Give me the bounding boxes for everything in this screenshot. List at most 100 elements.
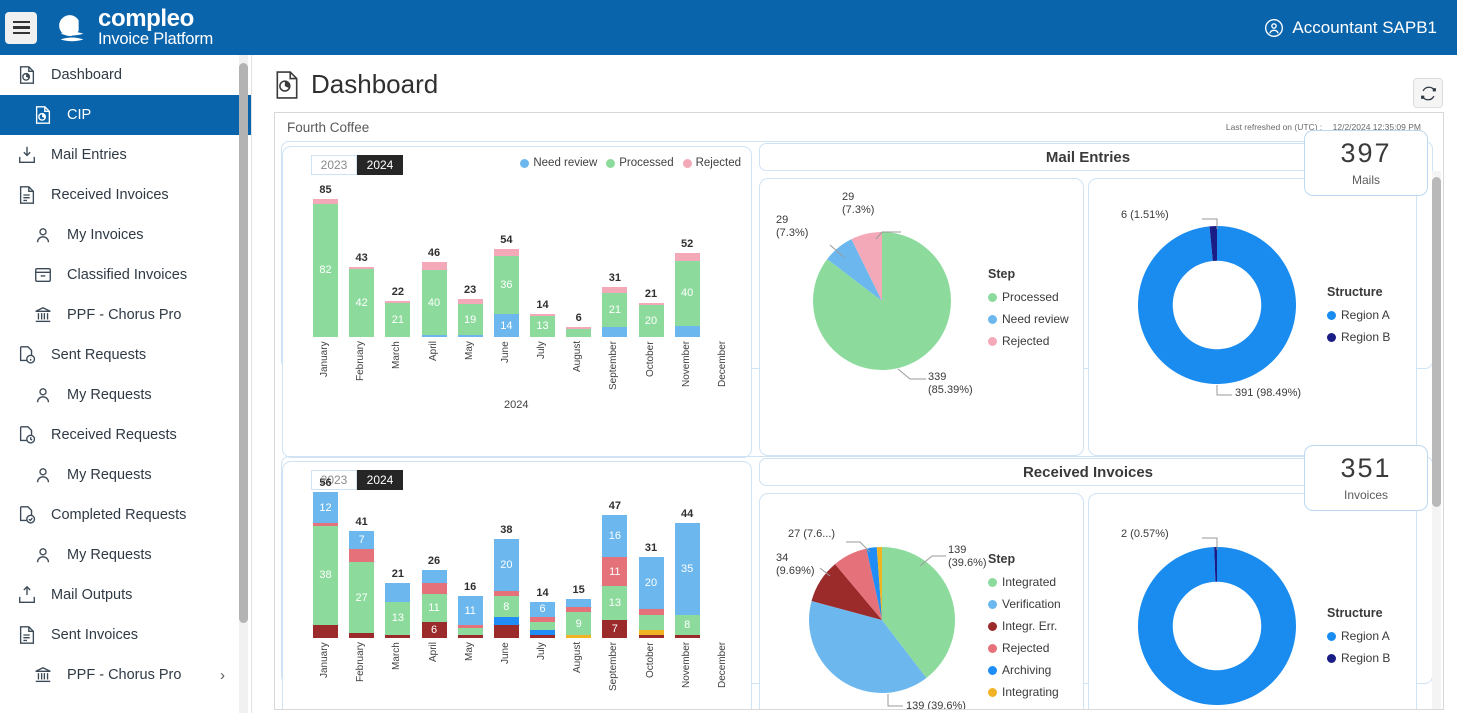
legend-item[interactable]: Integr. Err. — [988, 615, 1061, 637]
chart-received-invoices-structure[interactable]: 2 (0.57%) Structure Region A Region B — [1088, 493, 1417, 709]
bar-segment[interactable] — [457, 635, 483, 638]
bar-segment[interactable]: 20 — [638, 557, 664, 610]
bar-segment[interactable]: 40 — [421, 270, 447, 335]
bar-segment[interactable]: 8 — [674, 614, 700, 636]
bar-segment[interactable]: 13 — [385, 601, 411, 636]
bar-segment[interactable] — [638, 614, 664, 631]
bar-segment[interactable]: 11 — [602, 557, 628, 586]
report-scrollbar-thumb[interactable] — [1432, 177, 1441, 507]
bar-segment[interactable]: 8 — [493, 596, 519, 618]
bar-segment[interactable]: 42 — [349, 268, 375, 337]
sidebar-scrollbar-thumb[interactable] — [239, 63, 248, 623]
bar-segment[interactable]: 35 — [674, 523, 700, 615]
bar-segment[interactable] — [602, 327, 628, 337]
legend-item[interactable]: Integrating — [988, 681, 1061, 703]
legend-item[interactable]: Need review — [988, 308, 1069, 330]
bar-segment[interactable]: 6 — [530, 601, 555, 618]
legend-item[interactable]: Region B — [1327, 326, 1390, 348]
bar-segment[interactable]: 14 — [493, 314, 519, 337]
legend-item[interactable]: Rejected — [988, 330, 1069, 352]
sidebar-scrollbar[interactable] — [239, 55, 248, 713]
bar-segment[interactable]: 9 — [566, 611, 592, 636]
bar-segment[interactable] — [349, 549, 375, 563]
sidebar-item-mail-entries[interactable]: Mail Entries — [0, 135, 251, 175]
bar-segment[interactable] — [421, 583, 447, 594]
bar-segment[interactable]: 11 — [457, 596, 483, 625]
legend-item[interactable]: Integrated — [988, 571, 1061, 593]
bar-segment[interactable]: 38 — [313, 525, 338, 625]
bar-segment[interactable]: 19 — [457, 304, 483, 335]
bar-segment[interactable] — [638, 635, 664, 638]
legend-item[interactable]: Processed — [988, 286, 1069, 308]
sidebar-item-completed-requests[interactable]: Completed Requests — [0, 495, 251, 535]
sidebar-item-ppf-chorus-pro[interactable]: PPF - Chorus Pro — [0, 295, 251, 335]
bar-segment[interactable] — [566, 598, 592, 607]
sidebar-item-sent-requests[interactable]: Sent Requests — [0, 335, 251, 375]
bar-segment[interactable]: 20 — [493, 538, 519, 592]
sidebar-item-classified-invoices[interactable]: Classified Invoices — [0, 255, 251, 295]
bar-segment[interactable] — [530, 622, 555, 631]
bar-segment[interactable]: 40 — [674, 260, 700, 326]
legend-item[interactable]: Verification — [988, 593, 1061, 615]
bar-segment[interactable] — [674, 635, 700, 638]
legend-item[interactable]: Region A — [1327, 625, 1390, 647]
bar-segment[interactable]: 11 — [421, 593, 447, 623]
bar-segment-value: 35 — [681, 562, 694, 575]
bar-segment[interactable]: 16 — [602, 515, 628, 558]
sidebar-item-received-invoices[interactable]: Received Invoices — [0, 175, 251, 215]
bar-segment[interactable] — [349, 632, 375, 638]
bar-segment[interactable] — [385, 635, 411, 638]
sidebar-item-my-requests[interactable]: My Requests — [0, 375, 251, 415]
sidebar-item-cip[interactable]: CIP — [0, 95, 251, 135]
bar-segment[interactable] — [674, 252, 700, 261]
bar-segment[interactable] — [457, 335, 483, 337]
bar-segment[interactable] — [566, 635, 592, 638]
report-scrollbar[interactable] — [1432, 171, 1441, 709]
legend-item[interactable]: Rejected — [988, 637, 1061, 659]
bar-segment[interactable]: 7 — [349, 531, 375, 550]
bar-segment[interactable]: 7 — [602, 619, 628, 638]
chevron-right-icon[interactable]: › — [220, 667, 225, 684]
bar-segment[interactable] — [313, 624, 338, 638]
bar-segment[interactable] — [385, 583, 411, 602]
bar-segment[interactable]: 12 — [313, 492, 338, 524]
bar-segment[interactable] — [493, 624, 519, 638]
chart-mail-entries-structure[interactable]: 391 (98.49%) 6 (1.51%) Structure Region A Re… — [1088, 178, 1417, 456]
bar-segment[interactable] — [530, 635, 555, 638]
sidebar-item-my-invoices[interactable]: My Invoices — [0, 215, 251, 255]
sidebar-item-ppf-chorus-pro[interactable]: PPF - Chorus Pro › — [0, 655, 251, 695]
bar-segment[interactable]: 27 — [349, 562, 375, 633]
sidebar-item-dashboard[interactable]: Dashboard — [0, 55, 251, 95]
legend-item[interactable]: Region A — [1327, 304, 1390, 326]
bar-segment[interactable] — [421, 261, 447, 271]
bar-segment[interactable]: 21 — [602, 293, 628, 328]
brand-logo[interactable]: compleo Invoice Platform — [53, 6, 213, 48]
sidebar-item-sent-invoices[interactable]: Sent Invoices — [0, 615, 251, 655]
chart-mail-entries-monthly[interactable]: 2023 2024 Need review Processed Rejected 85 82… — [282, 146, 752, 458]
sidebar-item-my-requests[interactable]: My Requests — [0, 535, 251, 575]
chart-received-invoices-monthly[interactable]: 2023 2024 56 12 38 January 41 7 27 February 21 13 Ma… — [282, 461, 752, 709]
hamburger-menu-icon[interactable] — [5, 11, 37, 44]
bar-segment[interactable] — [674, 325, 700, 337]
bar-segment[interactable] — [421, 335, 447, 337]
bar-segment[interactable] — [566, 328, 592, 337]
bar-segment[interactable]: 82 — [313, 203, 338, 337]
bar-segment[interactable]: 20 — [638, 304, 664, 337]
bar-segment[interactable]: 36 — [493, 255, 519, 315]
bar-segment[interactable]: 13 — [530, 315, 555, 337]
legend-item[interactable]: Region B — [1327, 647, 1390, 669]
bar-segment[interactable] — [493, 617, 519, 625]
bar-segment[interactable]: 13 — [602, 585, 628, 620]
chart-mail-entries-steps[interactable]: 339 (85.39%) 29 (7.3%) 29 (7.3%) Step Processed… — [759, 178, 1084, 456]
bar-segment[interactable] — [421, 570, 447, 584]
chart-received-invoices-steps[interactable]: 139 (39.6%) 139 (39.6%) 34 (9.69%) 27 (7.6...… — [759, 493, 1084, 709]
user-menu[interactable]: Accountant SAPB1 — [1264, 0, 1437, 55]
refresh-button[interactable] — [1413, 78, 1443, 108]
sidebar-item-my-requests[interactable]: My Requests — [0, 455, 251, 495]
bar-segment[interactable]: 6 — [421, 622, 447, 638]
bar-segment[interactable] — [457, 627, 483, 636]
sidebar-item-mail-outputs[interactable]: Mail Outputs — [0, 575, 251, 615]
sidebar-item-received-requests[interactable]: Received Requests — [0, 415, 251, 455]
bar-segment[interactable]: 21 — [385, 302, 411, 337]
legend-item[interactable]: Archiving — [988, 659, 1061, 681]
